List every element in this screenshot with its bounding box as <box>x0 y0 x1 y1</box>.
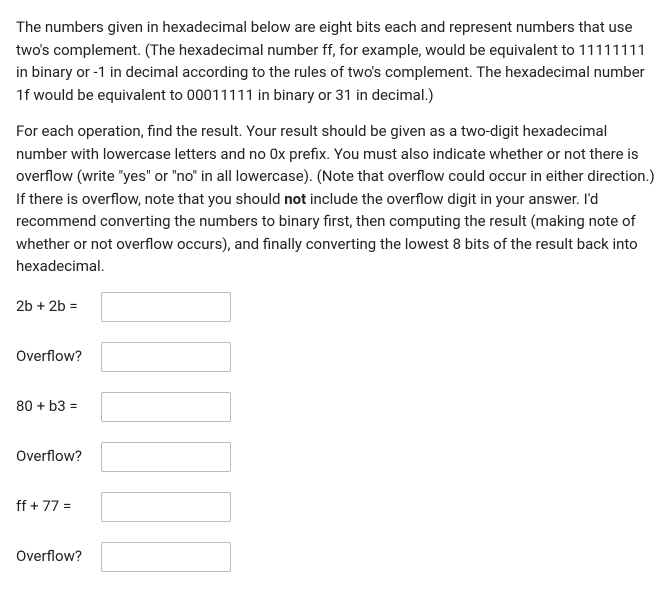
intro-text-bold: not <box>284 190 306 208</box>
input-overflow-2[interactable] <box>101 442 231 472</box>
label-overflow-3: Overflow? <box>16 545 101 568</box>
label-overflow-2: Overflow? <box>16 445 101 468</box>
input-sum-2[interactable] <box>101 392 231 422</box>
form-row-sum-3: ff + 77 = <box>16 492 656 522</box>
input-sum-3[interactable] <box>101 492 231 522</box>
input-overflow-3[interactable] <box>101 542 231 572</box>
label-overflow-1: Overflow? <box>16 345 101 368</box>
form-row-sum-1: 2b + 2b = <box>16 292 656 322</box>
intro-paragraph-2: For each operation, find the result. You… <box>16 120 656 278</box>
label-sum-2: 80 + b3 = <box>16 395 101 418</box>
intro-paragraph-1: The numbers given in hexadecimal below a… <box>16 16 656 106</box>
input-sum-1[interactable] <box>101 292 231 322</box>
input-overflow-1[interactable] <box>101 342 231 372</box>
label-sum-1: 2b + 2b = <box>16 295 101 318</box>
form-row-overflow-1: Overflow? <box>16 342 656 372</box>
form-row-overflow-3: Overflow? <box>16 542 656 572</box>
label-sum-3: ff + 77 = <box>16 495 101 518</box>
form-row-sum-2: 80 + b3 = <box>16 392 656 422</box>
form-row-overflow-2: Overflow? <box>16 442 656 472</box>
